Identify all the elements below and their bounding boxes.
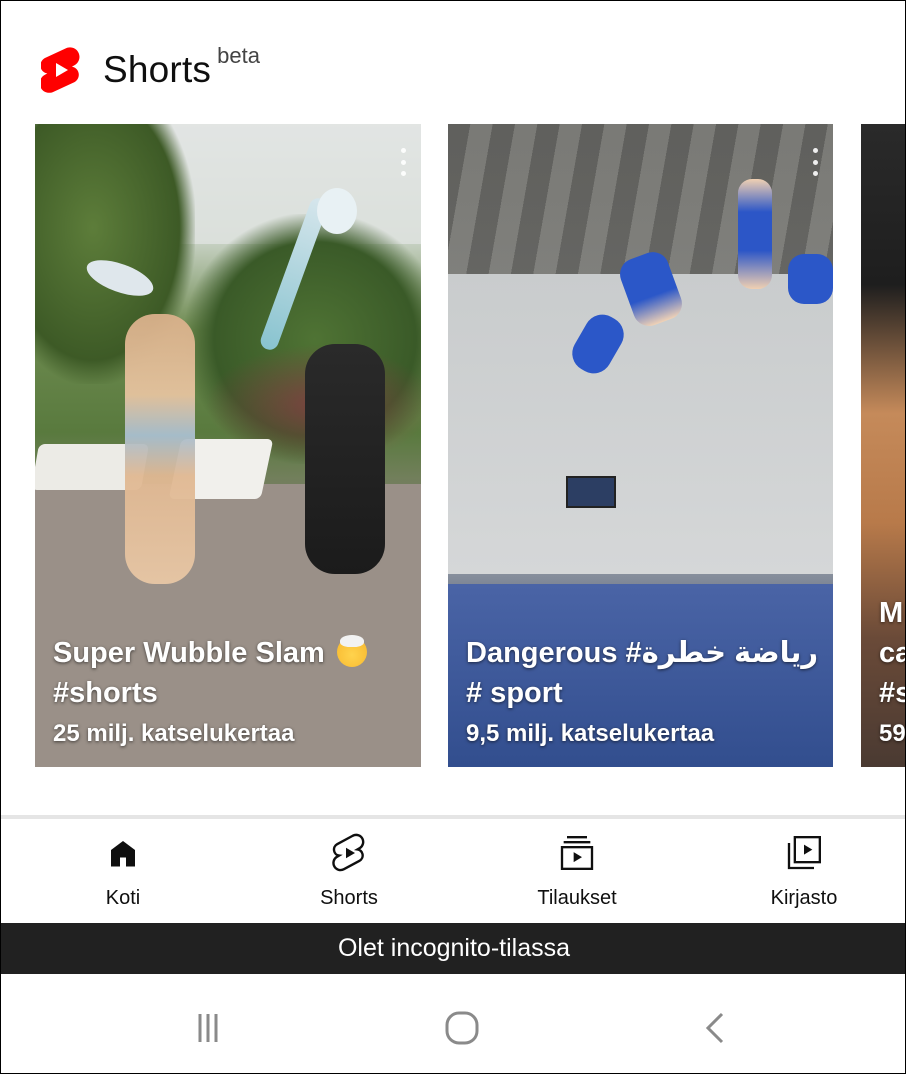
exploding-head-emoji-icon <box>336 635 367 667</box>
back-icon[interactable] <box>691 1008 741 1048</box>
shelf-title: Shorts <box>103 49 212 90</box>
short-title-hashtag: # sport <box>466 677 563 709</box>
thumbnail-screen <box>566 476 616 508</box>
subscriptions-icon <box>557 833 597 873</box>
short-title-hashtag: #shorts <box>53 677 158 709</box>
incognito-message: Olet incognito-tilassa <box>337 934 571 962</box>
more-options-icon[interactable] <box>813 148 819 176</box>
nav-item-subscriptions[interactable]: Tilaukset <box>507 833 647 910</box>
shorts-shelf-header: Shorts beta <box>41 43 260 95</box>
nav-label: Shorts <box>320 887 378 909</box>
short-views: 59 <box>879 720 906 747</box>
nav-label: Kirjasto <box>770 887 838 909</box>
bottom-navigation: Koti Shorts Tilaukset Kirjasto <box>1 819 905 923</box>
short-card-text: Dangerous #رياضة خطرة # sport 9,5 milj. … <box>466 633 821 749</box>
nav-label: Koti <box>105 887 141 909</box>
short-title: Super Wubble Slam #shorts <box>53 633 409 713</box>
more-options-icon[interactable] <box>401 148 407 176</box>
short-card[interactable]: Dangerous #رياضة خطرة # sport 9,5 milj. … <box>448 124 833 767</box>
recent-apps-icon[interactable] <box>183 1008 233 1048</box>
incognito-banner: Olet incognito-tilassa <box>1 923 905 974</box>
thumbnail-athlete <box>788 254 833 304</box>
short-card[interactable]: Super Wubble Slam #shorts 25 milj. katse… <box>35 124 421 767</box>
short-views: 25 milj. katselukertaa <box>53 720 295 747</box>
short-title-text: Super Wubble Slam <box>53 637 325 669</box>
shorts-icon <box>329 833 369 873</box>
short-card-text: Super Wubble Slam #shorts 25 milj. katse… <box>53 633 409 749</box>
short-title: M ca #s <box>879 593 905 713</box>
shorts-carousel[interactable]: Super Wubble Slam #shorts 25 milj. katse… <box>1 124 906 770</box>
short-views: 9,5 milj. katselukertaa <box>466 720 715 747</box>
thumbnail-ceiling <box>448 124 833 274</box>
short-title-hashtag: #s <box>879 677 905 709</box>
nav-item-shorts[interactable]: Shorts <box>279 833 419 910</box>
system-home-icon[interactable] <box>437 1008 487 1048</box>
nav-item-library[interactable]: Kirjasto <box>734 833 874 910</box>
nav-label: Tilaukset <box>537 887 617 909</box>
shorts-logo-icon <box>41 47 80 93</box>
app-screen: Shorts beta Super Wubble Slam #shorts 25… <box>0 0 906 1074</box>
thumbnail-person <box>125 314 195 584</box>
short-title-text: ca <box>879 637 905 669</box>
library-icon <box>784 833 824 873</box>
home-icon <box>103 833 143 873</box>
short-title-text: Dangerous #رياضة خطرة <box>466 637 819 669</box>
short-card[interactable]: M ca #s 59 <box>861 124 906 767</box>
nav-item-home[interactable]: Koti <box>53 833 193 910</box>
short-title: Dangerous #رياضة خطرة # sport <box>466 633 821 713</box>
thumbnail-athlete <box>738 179 772 289</box>
thumbnail-person <box>305 344 385 574</box>
short-card-text: M ca #s 59 <box>879 593 906 749</box>
beta-badge: beta <box>217 43 260 68</box>
short-title-text: M <box>879 597 904 629</box>
system-navigation-bar <box>1 974 905 1073</box>
thumbnail-ball <box>317 188 357 234</box>
